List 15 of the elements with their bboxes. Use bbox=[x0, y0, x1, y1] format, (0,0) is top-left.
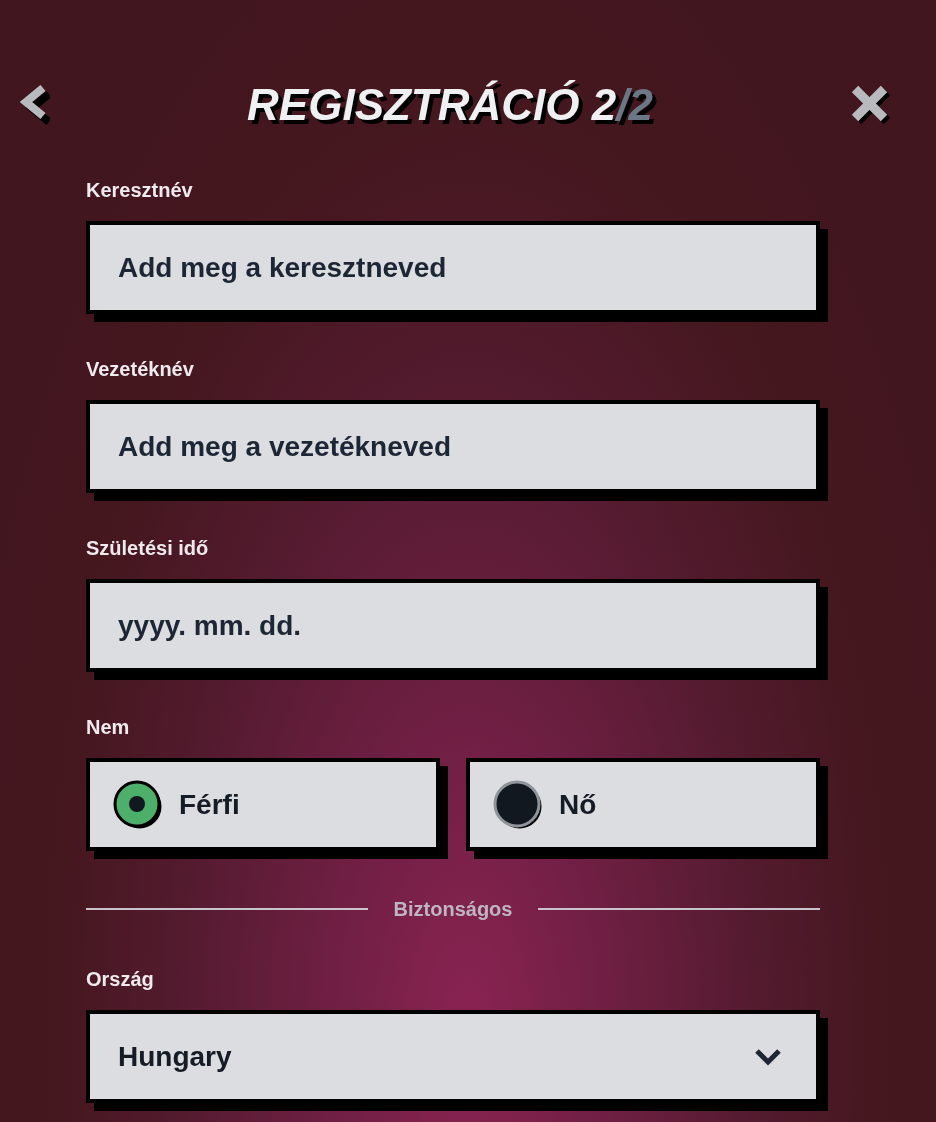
close-icon[interactable] bbox=[850, 84, 892, 126]
field-label: Nem bbox=[86, 715, 130, 739]
chevron-down-icon bbox=[754, 1047, 782, 1066]
divider-label: Biztonságos bbox=[393, 897, 513, 921]
page-title: REGISZTRÁCIÓ 2/2 bbox=[247, 80, 653, 130]
back-chevron-icon[interactable] bbox=[20, 85, 50, 125]
radio-selected-icon[interactable] bbox=[113, 779, 163, 830]
field-label: Vezetéknév bbox=[86, 357, 194, 381]
input-field[interactable]: yyyy. mm. dd. bbox=[86, 579, 820, 672]
radio-icon[interactable] bbox=[493, 779, 543, 830]
input-field[interactable]: Add meg a keresztneved bbox=[86, 221, 820, 314]
field-label: Keresztnév bbox=[86, 178, 193, 202]
input-field[interactable]: Add meg a vezetékneved bbox=[86, 400, 820, 493]
field-label: Ország bbox=[86, 967, 154, 991]
field-label: Születési idő bbox=[86, 536, 209, 560]
